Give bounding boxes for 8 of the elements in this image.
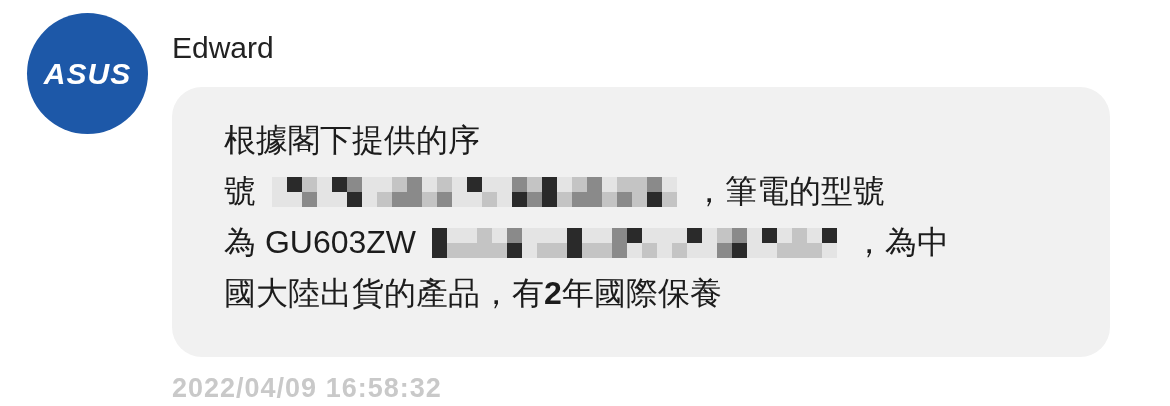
message-text: 號	[224, 171, 256, 211]
message-text: 國大陸出貨的產品，有2年國際保養	[224, 273, 722, 313]
message-text: 為 GU603ZW	[224, 222, 417, 262]
message-text: 根據閣下提供的序	[224, 120, 480, 160]
message-text: ，筆電的型號	[693, 171, 885, 211]
sender-name: Edward	[172, 30, 275, 66]
logo-text: ASUS	[43, 56, 132, 91]
message-text: ，為中	[853, 222, 950, 262]
